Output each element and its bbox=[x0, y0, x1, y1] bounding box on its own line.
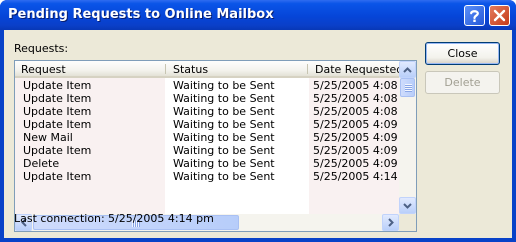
arrow-up-icon bbox=[403, 66, 412, 73]
cell-request: Update Item bbox=[23, 170, 92, 183]
window-frame-right bbox=[512, 30, 516, 242]
table-row[interactable]: Delete Waiting to be Sent 5/25/2005 4:09… bbox=[15, 157, 399, 170]
requests-list[interactable]: Update Item Waiting to be Sent 5/25/2005… bbox=[14, 60, 417, 232]
table-row[interactable]: Update Item Waiting to be Sent 5/25/2005… bbox=[15, 79, 399, 92]
delete-button[interactable]: Delete bbox=[425, 71, 500, 94]
question-icon bbox=[470, 9, 479, 22]
cell-date: 5/25/2005 4:08 p bbox=[313, 105, 399, 118]
cell-date: 5/25/2005 4:09 p bbox=[313, 157, 399, 170]
window-frame-bottom bbox=[0, 238, 516, 242]
cell-date: 5/25/2005 4:08 p bbox=[313, 92, 399, 105]
table-row[interactable]: New Mail Waiting to be Sent 5/25/2005 4:… bbox=[15, 131, 399, 144]
cell-date: 5/25/2005 4:09 p bbox=[313, 118, 399, 131]
cell-status: Waiting to be Sent bbox=[173, 92, 275, 105]
cell-status: Waiting to be Sent bbox=[173, 170, 275, 183]
window-close-button[interactable] bbox=[489, 5, 510, 26]
column-header-date[interactable]: Date Requested bbox=[309, 61, 399, 76]
column-divider[interactable] bbox=[165, 64, 166, 74]
list-header: Request Status Date Requested bbox=[15, 61, 399, 78]
scroll-down-button[interactable] bbox=[399, 197, 416, 214]
window-title: Pending Requests to Online Mailbox bbox=[8, 7, 274, 22]
table-row[interactable]: Update Item Waiting to be Sent 5/25/2005… bbox=[15, 92, 399, 105]
scrollbar-corner bbox=[399, 214, 416, 231]
cell-status: Waiting to be Sent bbox=[173, 79, 275, 92]
help-button[interactable] bbox=[464, 5, 485, 26]
cell-request: New Mail bbox=[23, 131, 73, 144]
arrow-down-icon bbox=[403, 202, 412, 209]
cell-status: Waiting to be Sent bbox=[173, 105, 275, 118]
table-row[interactable]: Update Item Waiting to be Sent 5/25/2005… bbox=[15, 118, 399, 131]
vertical-scrollbar[interactable] bbox=[399, 61, 416, 214]
cell-request: Update Item bbox=[23, 79, 92, 92]
dialog-body: Requests: Update Item Waiting to be Sent… bbox=[4, 30, 512, 238]
table-row[interactable]: Update Item Waiting to be Sent 5/25/2005… bbox=[15, 170, 399, 183]
cell-status: Waiting to be Sent bbox=[173, 118, 275, 131]
cell-date: 5/25/2005 4:08 p bbox=[313, 79, 399, 92]
vertical-scroll-thumb[interactable] bbox=[400, 78, 415, 97]
cell-status: Waiting to be Sent bbox=[173, 131, 275, 144]
column-divider[interactable] bbox=[307, 64, 308, 74]
requests-label: Requests: bbox=[14, 42, 69, 55]
table-row[interactable]: Update Item Waiting to be Sent 5/25/2005… bbox=[15, 105, 399, 118]
cell-status: Waiting to be Sent bbox=[173, 144, 275, 157]
table-row[interactable]: Update Item Waiting to be Sent 5/25/2005… bbox=[15, 144, 399, 157]
cell-status: Waiting to be Sent bbox=[173, 157, 275, 170]
title-bar[interactable]: Pending Requests to Online Mailbox bbox=[0, 0, 516, 30]
close-x-icon bbox=[493, 9, 506, 22]
cell-request: Update Item bbox=[23, 144, 92, 157]
column-header-request[interactable]: Request bbox=[15, 61, 165, 76]
cell-date: 5/25/2005 4:09 p bbox=[313, 131, 399, 144]
last-connection-value: 5/25/2005 4:14 pm bbox=[108, 212, 214, 225]
arrow-right-icon bbox=[387, 218, 394, 227]
cell-request: Update Item bbox=[23, 92, 92, 105]
cell-request: Update Item bbox=[23, 105, 92, 118]
close-button[interactable]: Close bbox=[425, 42, 500, 65]
grip-icon bbox=[405, 83, 412, 92]
scroll-right-button[interactable] bbox=[382, 214, 399, 231]
cell-date: 5/25/2005 4:14 p bbox=[313, 170, 399, 183]
dialog-window: Pending Requests to Online Mailbox Reque… bbox=[0, 0, 516, 242]
last-connection-label: Last connection: bbox=[14, 212, 105, 225]
cell-request: Update Item bbox=[23, 118, 92, 131]
column-header-status[interactable]: Status bbox=[167, 61, 307, 76]
list-body: Update Item Waiting to be Sent 5/25/2005… bbox=[15, 78, 399, 214]
cell-request: Delete bbox=[23, 157, 60, 170]
cell-date: 5/25/2005 4:09 p bbox=[313, 144, 399, 157]
scroll-up-button[interactable] bbox=[399, 61, 416, 78]
